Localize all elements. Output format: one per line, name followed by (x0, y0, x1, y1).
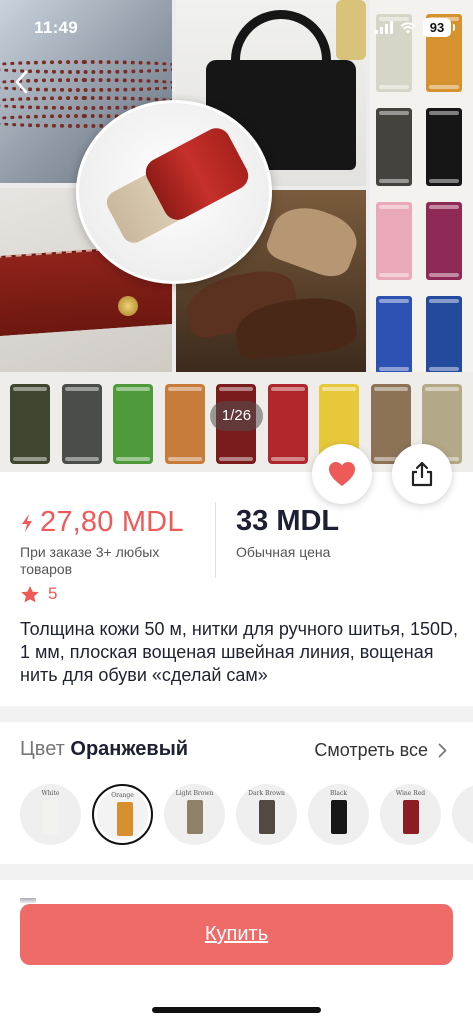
sale-price: 27,80 MDL (40, 506, 184, 538)
sale-price-row: 27,80 MDL (20, 506, 184, 539)
chevron-right-icon (438, 743, 447, 758)
swatch-label: Light Brown (175, 790, 214, 797)
swatch-label: White (41, 790, 60, 797)
thread-spool (61, 384, 102, 464)
status-time: 11:49 (34, 18, 79, 37)
thread-spool (426, 202, 462, 280)
chevron-left-icon (15, 70, 28, 94)
color-swatch[interactable]: Dark Brown (236, 784, 297, 845)
color-swatch-list: White Orange Light Brown Dark Brown Blac… (20, 784, 473, 846)
star-icon (21, 585, 39, 602)
lightning-icon (22, 513, 32, 532)
thread-spool (164, 384, 205, 464)
swatch-thread (117, 802, 133, 836)
swatch-label: Wine Red (395, 790, 426, 797)
buy-bar: Купить (0, 888, 473, 1024)
color-label: Цвет (20, 738, 65, 760)
see-all-colors-link[interactable]: Смотреть все (314, 740, 447, 761)
section-separator (0, 864, 473, 880)
swatch-thread (403, 800, 419, 834)
color-swatch[interactable]: Wine Red (380, 784, 441, 845)
color-swatch-selected[interactable]: Orange (92, 784, 153, 845)
swatch-label: Orange (111, 792, 134, 799)
regular-price: 33 MDL (236, 505, 340, 537)
heart-icon (329, 462, 355, 486)
thread-spool (426, 296, 462, 372)
thread-spool (376, 296, 412, 372)
price-section: 27,80 MDL При заказе 3+ любых товаров 33… (0, 500, 473, 590)
regular-price-note: Обычная цена (236, 544, 331, 560)
thread-spool (426, 108, 462, 186)
rating[interactable]: 5 (20, 584, 57, 604)
image-page-indicator: 1/26 (210, 401, 263, 431)
product-title: Толщина кожи 50 м, нитки для ручного шит… (20, 619, 459, 685)
swatch-thread (43, 800, 59, 834)
share-button[interactable] (392, 444, 452, 504)
sale-price-note: При заказе 3+ любых товаров (20, 544, 160, 577)
color-swatch[interactable]: Light Brown (164, 784, 225, 845)
section-separator (0, 706, 473, 722)
thread-spool (376, 202, 412, 280)
home-indicator (152, 1007, 321, 1013)
favorite-button[interactable] (312, 444, 372, 504)
thread-spools-photo (76, 100, 272, 284)
price-divider (215, 502, 216, 578)
status-bar: 11:49 93 (0, 0, 473, 54)
thread-colors-photo (370, 0, 473, 372)
selected-color: Оранжевый (70, 738, 189, 760)
see-all-label: Смотреть все (314, 740, 428, 760)
cellular-signal-icon (375, 21, 393, 34)
thread-spool (10, 384, 50, 464)
swatch-label: R (452, 790, 473, 797)
thread-spool (376, 108, 412, 186)
thread-spool (267, 384, 308, 464)
color-swatch[interactable]: Black (308, 784, 369, 845)
back-button[interactable] (6, 64, 36, 100)
color-swatch[interactable]: R (452, 784, 473, 845)
buy-button[interactable]: Купить (20, 904, 453, 965)
battery-icon: 93 (423, 18, 455, 37)
swatch-thread (259, 800, 275, 834)
share-icon (411, 461, 433, 487)
color-heading: Цвет Оранжевый (20, 738, 188, 761)
swatch-label: Dark Brown (248, 790, 285, 797)
swatch-thread (331, 800, 347, 834)
swatch-label: Black (330, 790, 347, 797)
rating-value: 5 (48, 584, 58, 603)
swatch-thread (187, 800, 203, 834)
product-gallery[interactable]: 11:49 93 1/26 (0, 0, 473, 472)
color-swatch[interactable]: White (20, 784, 81, 845)
wifi-icon (400, 22, 416, 34)
thread-spool (113, 384, 153, 464)
